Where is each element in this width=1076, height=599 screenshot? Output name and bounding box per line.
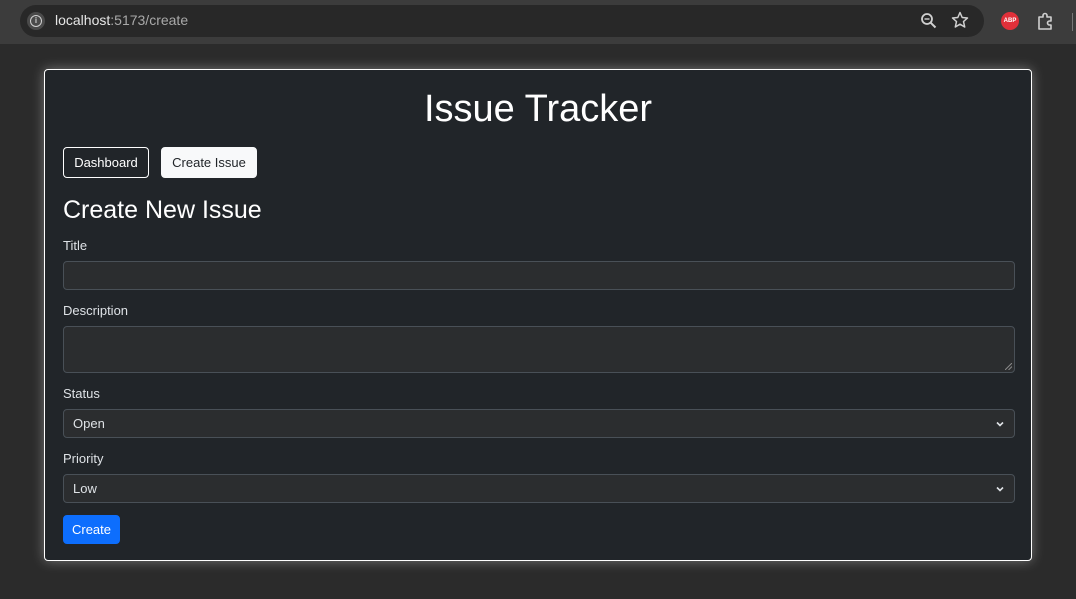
browser-toolbar: i localhost:5173/create ABP [0,0,1076,44]
app-card: Issue Tracker Dashboard Create Issue Cre… [44,69,1032,561]
form-heading: Create New Issue [63,196,262,224]
create-submit-button[interactable]: Create [63,515,120,544]
dashboard-button[interactable]: Dashboard [63,147,149,178]
info-icon[interactable]: i [27,12,45,30]
priority-value: Low [73,481,97,496]
address-bar[interactable]: i localhost:5173/create [20,5,984,37]
chevron-down-icon [996,421,1004,427]
resize-grip-icon[interactable] [1005,363,1012,370]
description-label: Description [63,303,129,318]
url-path: :5173/create [110,12,189,28]
zoom-icon[interactable] [920,12,938,30]
priority-label: Priority [63,451,104,466]
url-host: localhost [55,12,111,28]
status-label: Status [63,386,100,401]
title-input[interactable] [63,261,1015,290]
app-title: Issue Tracker [423,88,653,130]
title-label: Title [63,238,88,253]
toolbar-divider [1072,13,1073,31]
chevron-down-icon [996,486,1004,492]
description-textarea[interactable] [63,326,1015,373]
extensions-icon[interactable] [1036,11,1056,31]
status-select[interactable]: Open [63,409,1015,438]
priority-select[interactable]: Low [63,474,1015,503]
bookmark-star-icon[interactable] [951,11,969,29]
status-value: Open [73,416,105,431]
adblock-plus-icon[interactable]: ABP [1001,12,1019,30]
create-issue-button[interactable]: Create Issue [161,147,257,178]
url-text[interactable]: localhost:5173/create [55,12,188,28]
